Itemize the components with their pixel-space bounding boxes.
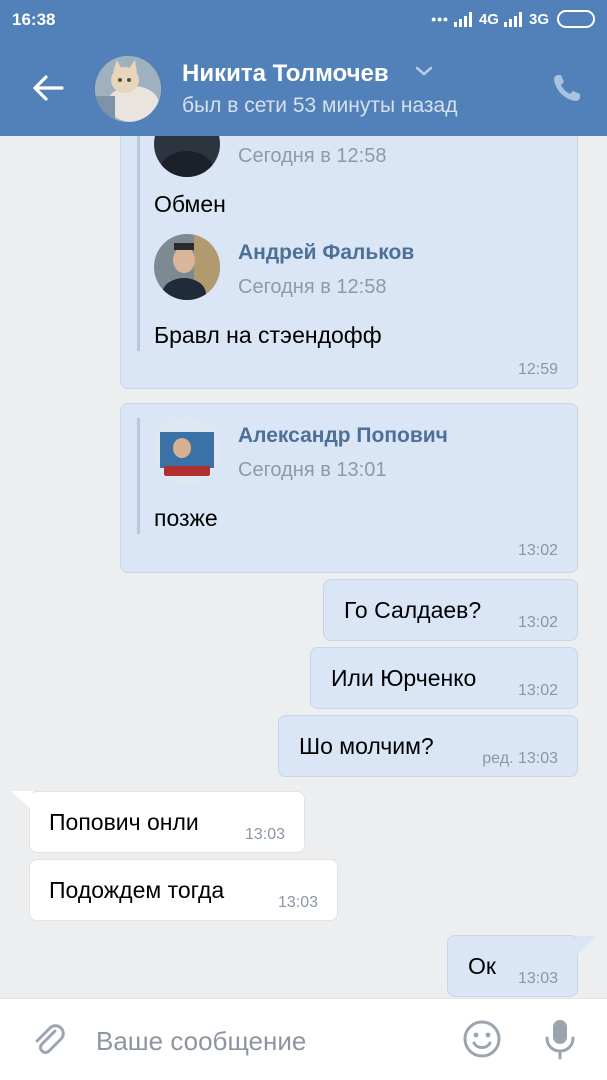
message-bubble-incoming[interactable]: Подождем тогда 13:03 — [29, 859, 338, 921]
message-text: Или Юрченко — [331, 665, 477, 691]
battery-icon — [557, 10, 595, 28]
forwarded-text: Обмен — [154, 191, 226, 217]
forwarded-date: Сегодня в 13:01 — [238, 459, 387, 481]
chevron-down-icon[interactable] — [415, 64, 433, 78]
message-time: 13:03 — [277, 894, 318, 911]
back-arrow-icon — [33, 75, 64, 101]
message-bubble-outgoing[interactable]: Го Салдаев? 13:02 — [323, 579, 578, 641]
message-text: Шо молчим? — [299, 733, 434, 759]
smiley-icon[interactable] — [462, 1019, 502, 1059]
forwarded-text: Бравл на стэендофф — [154, 322, 382, 348]
paperclip-icon[interactable] — [28, 1019, 68, 1059]
message-text: Го Салдаев? — [344, 597, 482, 623]
forwarded-sender-name[interactable]: Александр Попович — [238, 424, 448, 448]
phone-icon[interactable] — [551, 72, 583, 104]
message-time: 12:59 — [517, 361, 558, 378]
status-bar: 16:38 ••• 4G 3G — [0, 0, 607, 40]
message-time: 13:02 — [517, 614, 558, 631]
signal-icon — [453, 12, 472, 27]
message-bubble-outgoing[interactable]: Ок 13:03 — [447, 935, 578, 997]
back-button[interactable] — [30, 70, 66, 106]
contact-avatar[interactable] — [95, 56, 161, 122]
message-bubble-outgoing[interactable]: Или Юрченко 13:02 — [310, 647, 578, 709]
chat-history[interactable]: Сегодня в 12:58 Обмен Андрей Фальков Сег… — [0, 136, 607, 998]
message-time: 13:03 — [244, 826, 285, 843]
message-time: 13:02 — [517, 542, 558, 559]
message-time: 13:02 — [517, 682, 558, 699]
network-4g: 4G — [478, 10, 499, 28]
message-time: 13:03 — [517, 970, 558, 987]
message-bubble-outgoing[interactable]: Александр Попович Сегодня в 13:01 позже … — [120, 403, 578, 573]
contact-status: был в сети 53 минуты назад — [182, 94, 458, 117]
bubble-tail — [11, 791, 33, 811]
signal-icon — [503, 12, 522, 27]
status-time: 16:38 — [12, 10, 56, 29]
forwarded-sender-name[interactable]: Андрей Фальков — [238, 241, 414, 265]
message-bubble-outgoing[interactable]: Шо молчим? ред. 13:03 — [278, 715, 578, 777]
bubble-tail — [576, 936, 596, 956]
network-3g: 3G — [528, 10, 549, 28]
message-text: Подождем тогда — [49, 877, 225, 903]
message-input[interactable] — [96, 1021, 436, 1061]
forwarded-text: позже — [154, 505, 218, 531]
message-time-edited: ред. 13:03 — [482, 750, 558, 767]
forwarded-avatar — [154, 418, 220, 484]
forwarded-date: Сегодня в 12:58 — [238, 145, 387, 167]
microphone-icon[interactable] — [540, 1017, 580, 1061]
forwarded-date: Сегодня в 12:58 — [238, 276, 387, 298]
dots-icon: ••• — [431, 11, 449, 27]
forwarded-avatar — [154, 234, 220, 300]
message-text: Ок — [468, 953, 496, 979]
status-indicators: ••• 4G 3G — [431, 10, 595, 28]
contact-name[interactable]: Никита Толмочев — [182, 60, 389, 88]
message-bubble-outgoing[interactable]: Сегодня в 12:58 Обмен Андрей Фальков Сег… — [120, 136, 578, 389]
message-bubble-incoming[interactable]: Попович онли 13:03 — [29, 791, 305, 853]
message-composer — [0, 998, 607, 1080]
message-text: Попович онли — [49, 809, 199, 835]
chat-header: Никита Толмочев был в сети 53 минуты наз… — [0, 40, 607, 136]
